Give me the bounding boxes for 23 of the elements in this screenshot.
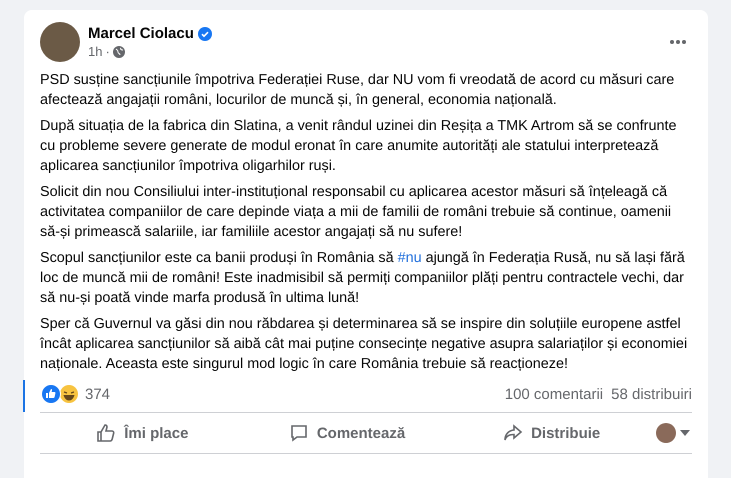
profile-selector[interactable] [654,423,692,443]
share-button[interactable]: Distribuie [449,422,654,444]
post-time[interactable]: 1h [88,44,102,59]
thumbs-up-icon [96,423,116,443]
ellipsis-icon [668,39,688,45]
share-count[interactable]: 58 distribuiri [611,386,692,402]
speech-bubble-icon [288,423,309,443]
post-paragraph: După situația de la fabrica din Slatina, a venit rândul uzinei din Reșița a TMK Artrom să se confrunte cu probleme severe generate de modul eronat în care anumite autorități ale statului interpretează aplicarea sancțiunilor împotriva oligarhilor ruși. [40,117,678,176]
post-paragraph: Scopul sancțiunilor este ca banii produși în România să #nu ajungă în Federația Rusă, nu să lași fără loc de muncă mii de români! Este inadmisibil să permiți companiilor plăți pentru contractele vechi, dar să nu-și poată vinde marfa produsă în ultima lună! [40,249,686,308]
hashtag-link[interactable]: #nu [398,250,422,266]
reaction-count[interactable]: 374 [85,386,110,402]
avatar[interactable] [40,22,80,62]
comment-count[interactable]: 100 comentarii [504,386,604,402]
post-paragraph: Solicit din nou Consiliului inter-instituțional responsabil cu aplicarea acestor măsuri să înțeleagă că activitatea companiilor de care depinde viața a mii de familii de români trebuie să continue, oamenii să-și primească salariile, iar familiile acestor angajați să nu sufere! [40,183,672,242]
caret-icon [680,430,690,436]
like-button[interactable]: Îmi place [40,422,245,444]
comment-button[interactable]: Comentează [244,422,450,444]
separator-dot: · [105,44,110,59]
author-name[interactable]: Marcel Ciolacu [88,25,194,42]
post-paragraph: Sper că Guvernul va găsi din nou răbdarea și determinarea să se inspire din soluțiile europene astfel încât aplicarea sancțiunilor să aibă cât mai puține consecințe negative asupra salariaților și economiei naționale. Aceasta este singurul mod logic în care România trebuie să reacționeze! [40,315,688,374]
share-arrow-icon [503,423,524,443]
post-paragraph: PSD susține sancțiunile împotriva Federației Ruse, dar NU vom fi vreodată de acord cu măsuri care afectează angajații români, locurilor de muncă și, în general, economia națională. [40,71,676,110]
reaction-icons[interactable] [41,384,79,404]
